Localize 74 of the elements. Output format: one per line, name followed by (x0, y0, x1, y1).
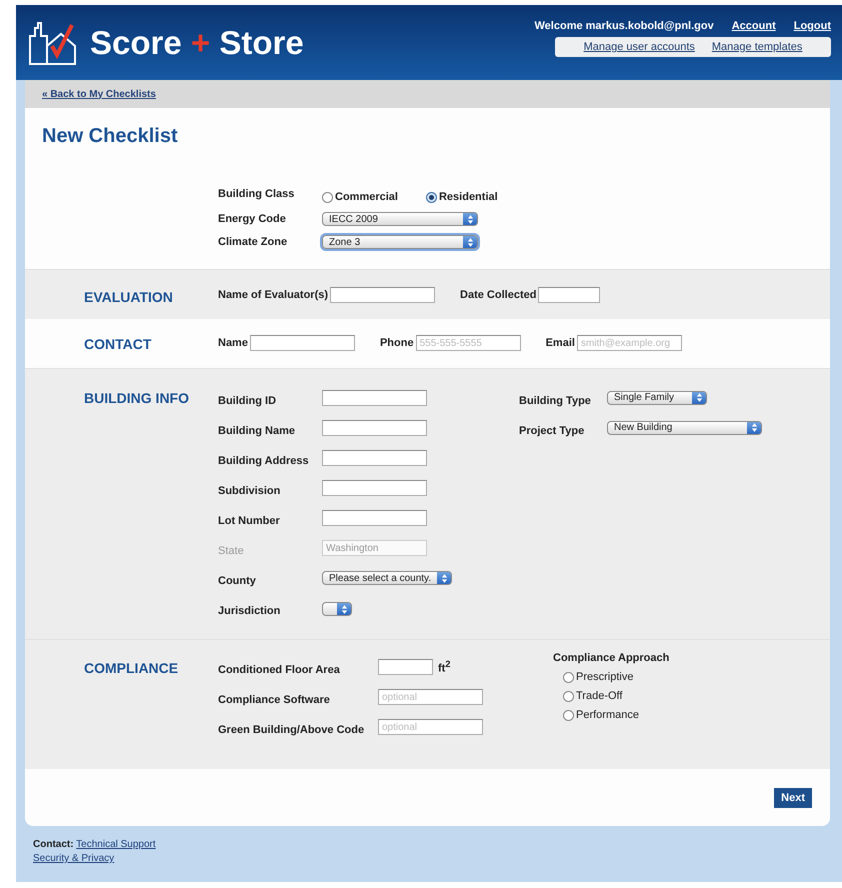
dropdown[interactable] (322, 602, 352, 616)
up-down-arrows-icon (696, 393, 702, 402)
field-label: Conditioned Floor Area (218, 663, 341, 676)
admin-link[interactable]: Manage templates (712, 41, 802, 53)
input-field[interactable] (250, 335, 355, 351)
header-link[interactable]: Account (732, 20, 776, 32)
field-label: Phone (380, 337, 414, 349)
input-field[interactable] (330, 287, 436, 303)
logo-text: Score + Store (90, 24, 304, 62)
radio-button[interactable] (322, 192, 333, 202)
input-field[interactable] (322, 390, 427, 406)
dropdown[interactable]: Single Family (607, 390, 707, 405)
dropdown[interactable]: Zone 3 (322, 235, 478, 249)
radio-option[interactable]: Trade-Off (563, 690, 670, 702)
dropdown[interactable]: New Building (607, 420, 762, 435)
back-link[interactable]: « Back to My Checklists (42, 88, 156, 100)
section-heading: CONTACT (84, 336, 152, 352)
up-down-arrows-icon (440, 574, 448, 582)
input-field[interactable]: optional (378, 719, 483, 735)
input-field[interactable] (322, 420, 427, 436)
radio-option[interactable]: Performance (563, 709, 670, 721)
field-label: County (218, 574, 257, 587)
field-label: State (218, 544, 245, 557)
input-field[interactable] (322, 480, 427, 496)
welcome-text: Welcome markus.kobold@pnl.gov (534, 20, 714, 32)
field-label: Email (546, 337, 575, 349)
section-heading: COMPLIANCE (84, 660, 178, 676)
input-field[interactable] (322, 510, 427, 526)
up-down-arrows-icon (340, 604, 348, 614)
header-link[interactable]: Logout (794, 20, 831, 32)
radio-button[interactable] (563, 690, 574, 702)
field-label: Date Collected (460, 289, 536, 301)
up-down-arrows-icon (466, 238, 474, 246)
section-heading: BUILDING INFO (84, 390, 189, 406)
field-label: Climate Zone (218, 236, 288, 248)
field-label: Building Address (218, 454, 310, 467)
field-label: Subdivision (218, 484, 282, 497)
dropdown[interactable]: Please select a county. (322, 571, 452, 585)
admin-link[interactable]: Manage user accounts (584, 41, 695, 53)
field-label: Name (218, 337, 248, 349)
field-label: Jurisdiction (218, 604, 282, 617)
field-label: Building ID (218, 394, 278, 407)
field-label: Building Name (218, 424, 296, 437)
radio-option[interactable]: Prescriptive (563, 671, 670, 683)
field-label: Lot Number (218, 514, 281, 527)
footer-link[interactable]: Technical Support (76, 839, 156, 850)
input-field[interactable] (322, 450, 427, 466)
radio-option[interactable]: Commercial (322, 191, 398, 203)
field-label: Compliance Software (218, 693, 331, 706)
dropdown[interactable]: IECC 2009 (322, 212, 478, 226)
input-field[interactable]: 555-555-5555 (416, 335, 521, 351)
field-label: Project Type (519, 424, 586, 437)
input-field[interactable]: smith@example.org (576, 335, 682, 351)
section-heading: EVALUATION (84, 289, 173, 305)
up-down-arrows-icon (466, 214, 474, 224)
field-label: Building Class (218, 188, 296, 200)
field-label: Building Type (519, 394, 592, 407)
field-label: Green Building/Above Code (218, 723, 366, 736)
radio-button[interactable] (563, 710, 574, 720)
page-title: New Checklist (41, 124, 179, 149)
field-label: Name of Evaluator(s) (218, 289, 328, 301)
input-field[interactable] (378, 659, 433, 675)
footer-label: Contact: (33, 839, 74, 850)
input-field[interactable] (538, 287, 600, 303)
input-field[interactable]: optional (378, 689, 483, 705)
field-label: Energy Code (218, 213, 287, 225)
group-title: Compliance Approach (553, 652, 670, 664)
footer-link[interactable]: Security & Privacy (33, 853, 114, 864)
next-button[interactable]: Next (774, 788, 812, 808)
radio-option[interactable]: Residential (426, 191, 498, 203)
unit-label: ft$^{2}$ (438, 659, 450, 675)
radio-button[interactable] (563, 672, 574, 682)
up-down-arrows-icon (750, 423, 758, 432)
radio-button[interactable] (426, 192, 437, 202)
